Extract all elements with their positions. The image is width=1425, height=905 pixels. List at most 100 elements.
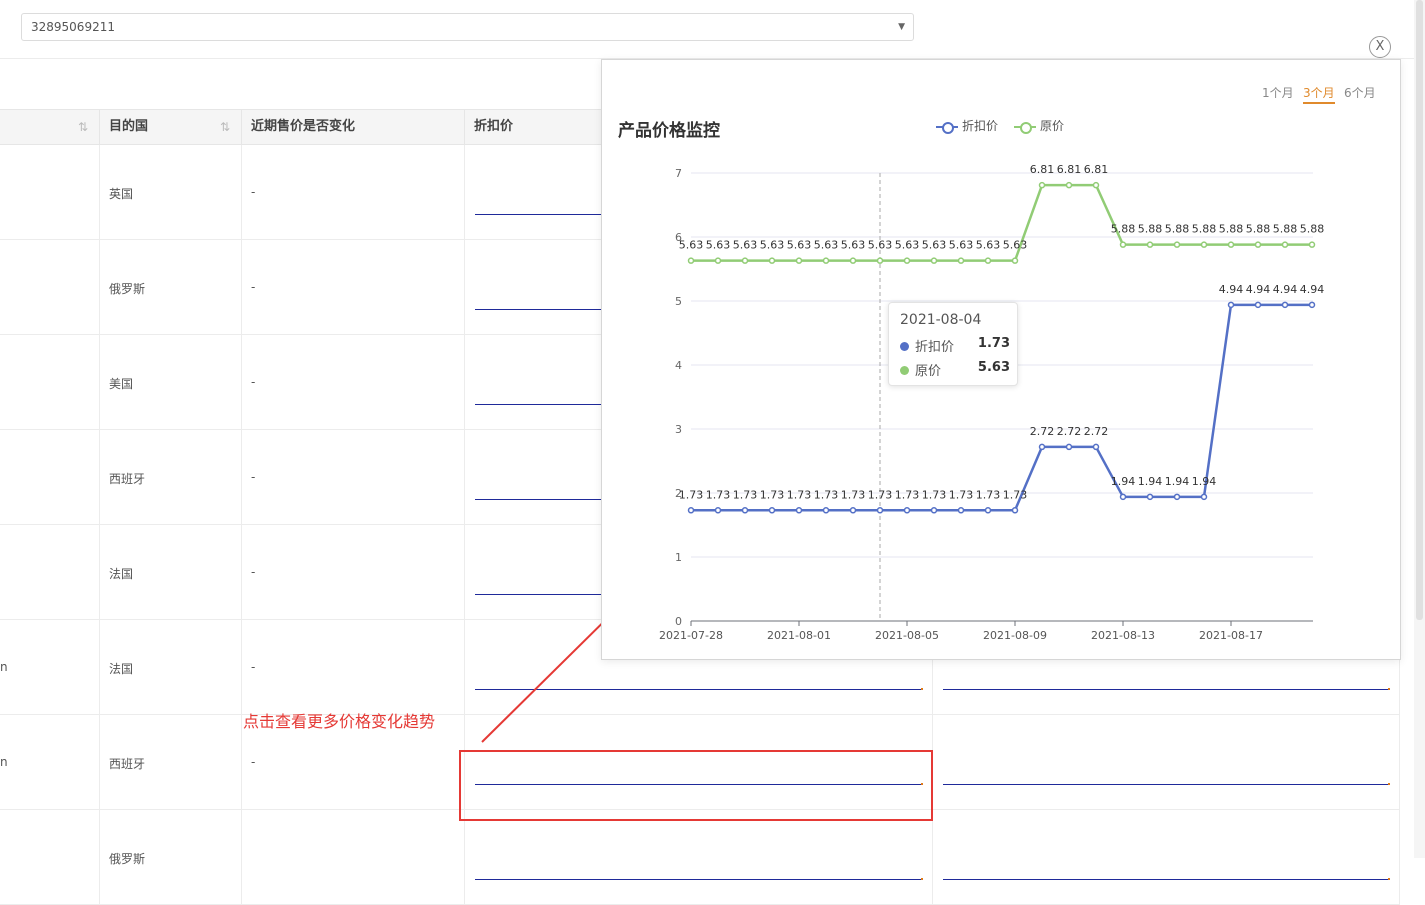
data-label: 5.63 bbox=[868, 239, 893, 252]
data-label: 4.94 bbox=[1273, 283, 1298, 296]
data-point[interactable] bbox=[795, 257, 803, 264]
x-tick-label: 2021-08-17 bbox=[1199, 629, 1263, 642]
data-point[interactable] bbox=[795, 507, 803, 514]
data-label: 5.63 bbox=[733, 239, 758, 252]
data-label: 4.94 bbox=[1300, 283, 1325, 296]
data-point[interactable] bbox=[1119, 493, 1127, 501]
data-point[interactable] bbox=[1227, 241, 1235, 248]
data-point[interactable] bbox=[1146, 493, 1154, 501]
data-label: 1.73 bbox=[895, 488, 920, 501]
data-point[interactable] bbox=[1038, 443, 1046, 451]
data-point[interactable] bbox=[687, 507, 695, 514]
data-label: 1.73 bbox=[1003, 488, 1028, 501]
chart-tooltip: 2021-08-04 折扣价 1.73 原价 5.63 bbox=[888, 302, 1018, 386]
data-label: 5.88 bbox=[1219, 223, 1244, 236]
data-point[interactable] bbox=[1308, 241, 1316, 248]
data-point[interactable] bbox=[741, 507, 749, 514]
y-tick-label: 0 bbox=[675, 615, 682, 628]
x-tick-label: 2021-08-13 bbox=[1091, 629, 1155, 642]
data-point[interactable] bbox=[903, 257, 911, 264]
data-point[interactable] bbox=[1227, 301, 1235, 309]
data-point[interactable] bbox=[1119, 241, 1127, 248]
data-point[interactable] bbox=[1092, 181, 1100, 189]
data-label: 1.94 bbox=[1165, 475, 1190, 488]
data-point[interactable] bbox=[822, 257, 830, 264]
data-point[interactable] bbox=[930, 257, 938, 264]
data-point[interactable] bbox=[930, 507, 938, 514]
data-point[interactable] bbox=[768, 257, 776, 264]
data-label: 1.73 bbox=[760, 488, 785, 501]
tooltip-item-value: 1.73 bbox=[977, 336, 1010, 351]
tooltip-item-original: 原价 5.63 bbox=[900, 360, 1010, 379]
data-label: 5.88 bbox=[1111, 223, 1136, 236]
series-dot-icon bbox=[900, 342, 909, 351]
data-label: 5.63 bbox=[814, 239, 839, 252]
data-point[interactable] bbox=[1173, 241, 1181, 248]
data-point[interactable] bbox=[714, 257, 722, 264]
data-label: 1.73 bbox=[787, 488, 812, 501]
data-point[interactable] bbox=[1092, 443, 1100, 451]
data-point[interactable] bbox=[1011, 257, 1019, 264]
data-label: 1.73 bbox=[733, 488, 758, 501]
data-label: 5.63 bbox=[949, 239, 974, 252]
data-label: 1.73 bbox=[949, 488, 974, 501]
data-label: 5.63 bbox=[1003, 239, 1028, 252]
data-point[interactable] bbox=[984, 507, 992, 514]
y-tick-label: 7 bbox=[675, 167, 682, 180]
data-point[interactable] bbox=[687, 257, 695, 264]
data-label: 1.73 bbox=[706, 488, 731, 501]
y-tick-label: 5 bbox=[675, 295, 682, 308]
data-point[interactable] bbox=[957, 507, 965, 514]
data-point[interactable] bbox=[1254, 241, 1262, 248]
data-point[interactable] bbox=[1173, 493, 1181, 501]
data-label: 6.81 bbox=[1084, 163, 1109, 176]
data-point[interactable] bbox=[741, 257, 749, 264]
data-point[interactable] bbox=[768, 507, 776, 514]
data-label: 5.88 bbox=[1300, 223, 1325, 236]
data-point[interactable] bbox=[1281, 301, 1289, 309]
data-label: 1.73 bbox=[814, 488, 839, 501]
data-point[interactable] bbox=[1308, 301, 1316, 309]
data-point[interactable] bbox=[1281, 241, 1289, 248]
data-point[interactable] bbox=[849, 257, 857, 264]
data-point[interactable] bbox=[1200, 493, 1208, 501]
data-point[interactable] bbox=[1065, 181, 1073, 189]
data-point[interactable] bbox=[1011, 507, 1019, 514]
series-dot-icon bbox=[900, 366, 909, 375]
data-label: 1.73 bbox=[841, 488, 866, 501]
data-label: 5.63 bbox=[787, 239, 812, 252]
x-tick-label: 2021-07-28 bbox=[659, 629, 723, 642]
sparkline-end-dot bbox=[921, 878, 923, 880]
data-point[interactable] bbox=[1038, 181, 1046, 189]
data-label: 5.63 bbox=[976, 239, 1001, 252]
data-point[interactable] bbox=[984, 257, 992, 264]
tooltip-item-name: 折扣价 bbox=[915, 340, 955, 355]
price-sparkline[interactable] bbox=[943, 879, 1388, 880]
data-label: 1.94 bbox=[1192, 475, 1217, 488]
data-point[interactable] bbox=[1254, 301, 1262, 309]
data-label: 5.63 bbox=[895, 239, 920, 252]
data-label: 5.88 bbox=[1273, 223, 1298, 236]
data-point[interactable] bbox=[876, 257, 884, 264]
data-point[interactable] bbox=[876, 507, 884, 514]
data-point[interactable] bbox=[957, 257, 965, 264]
data-point[interactable] bbox=[1200, 241, 1208, 248]
data-point[interactable] bbox=[903, 507, 911, 514]
price-sparkline[interactable] bbox=[475, 879, 921, 880]
data-label: 5.63 bbox=[841, 239, 866, 252]
tooltip-date: 2021-08-04 bbox=[900, 312, 982, 328]
data-point[interactable] bbox=[714, 507, 722, 514]
data-label: 1.94 bbox=[1138, 475, 1163, 488]
data-point[interactable] bbox=[1065, 443, 1073, 451]
data-label: 1.73 bbox=[976, 488, 1001, 501]
data-label: 1.73 bbox=[679, 488, 704, 501]
x-tick-label: 2021-08-01 bbox=[767, 629, 831, 642]
data-label: 5.88 bbox=[1165, 223, 1190, 236]
y-tick-label: 3 bbox=[675, 423, 682, 436]
data-point[interactable] bbox=[822, 507, 830, 514]
x-tick-label: 2021-08-09 bbox=[983, 629, 1047, 642]
data-label: 6.81 bbox=[1030, 163, 1055, 176]
tooltip-item-value: 5.63 bbox=[977, 360, 1010, 375]
data-point[interactable] bbox=[849, 507, 857, 514]
data-point[interactable] bbox=[1146, 241, 1154, 248]
